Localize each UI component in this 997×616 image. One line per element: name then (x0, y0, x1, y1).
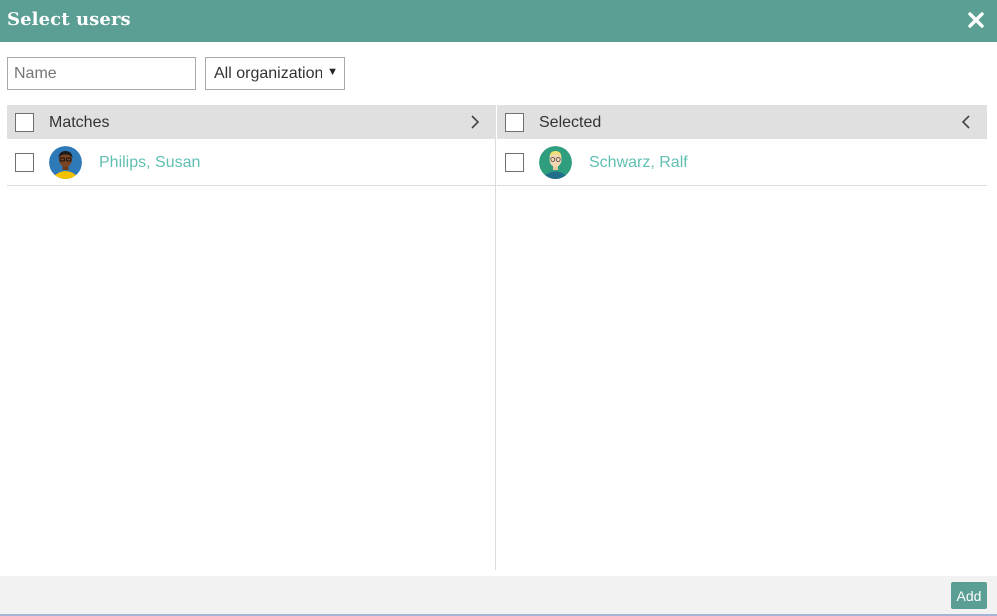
user-name-link[interactable]: Schwarz, Ralf (589, 154, 688, 172)
selected-list: Schwarz, Ralf (497, 139, 987, 570)
close-x-icon (968, 12, 984, 28)
name-filter-input[interactable] (7, 57, 196, 90)
matches-header-label: Matches (49, 114, 110, 131)
user-name-link[interactable]: Philips, Susan (99, 154, 200, 172)
selected-header: Selected (497, 105, 987, 139)
organization-select[interactable]: All organizations ▼ (205, 57, 345, 90)
list-item[interactable]: Philips, Susan (7, 139, 495, 186)
dialog-title: Select users (7, 9, 131, 30)
matches-list: Philips, Susan (7, 139, 496, 570)
selected-header-label: Selected (539, 114, 602, 131)
chevron-right-icon[interactable] (466, 113, 484, 131)
select-all-matches-checkbox[interactable] (15, 113, 34, 132)
dialog-titlebar: Select users (0, 0, 997, 42)
select-users-dialog: Select users All organizations ▼ Matches… (0, 0, 997, 616)
user-checkbox[interactable] (505, 153, 524, 172)
dialog-footer: Add (0, 576, 997, 616)
close-button[interactable] (965, 9, 987, 31)
add-button[interactable]: Add (951, 582, 987, 609)
chevron-left-icon[interactable] (957, 113, 975, 131)
avatar-man-glasses-icon (539, 146, 572, 179)
select-all-selected-checkbox[interactable] (505, 113, 524, 132)
dropdown-arrow-icon: ▼ (327, 66, 338, 78)
organization-select-value: All organizations (214, 65, 322, 82)
list-item[interactable]: Schwarz, Ralf (497, 139, 987, 186)
user-checkbox[interactable] (15, 153, 34, 172)
matches-header: Matches (7, 105, 496, 139)
avatar-woman-icon (49, 146, 82, 179)
